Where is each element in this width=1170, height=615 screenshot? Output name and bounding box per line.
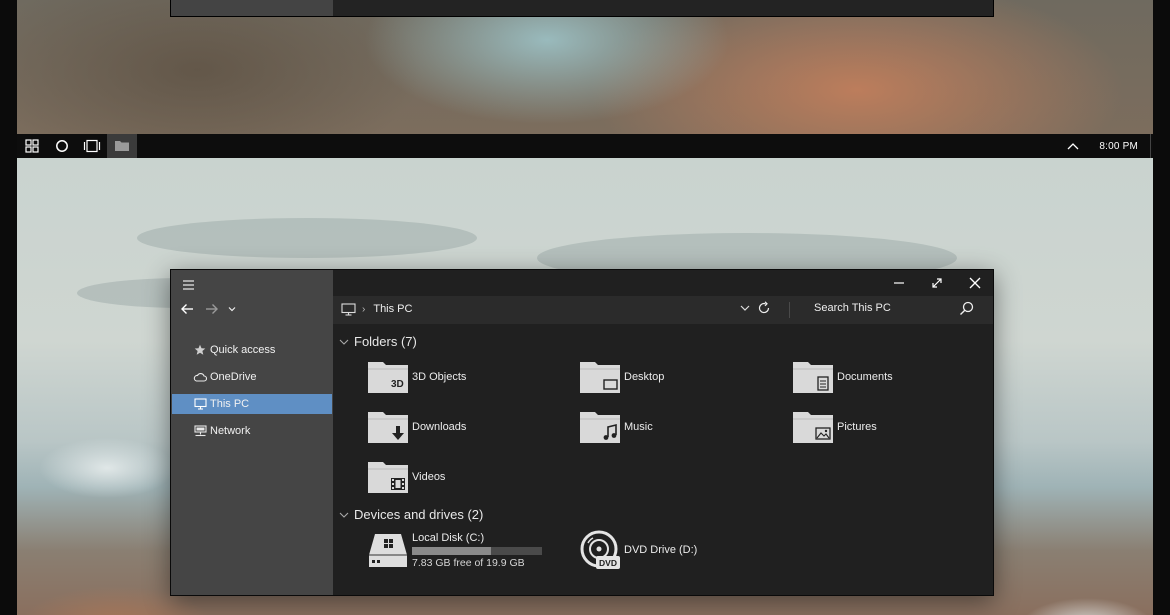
cortana-button[interactable] [47,134,77,158]
recent-locations-button[interactable] [225,299,239,319]
taskbar: 8:00 PM [17,134,1153,158]
maximize-button[interactable] [922,273,952,293]
address-history-chevron-icon[interactable] [740,303,750,313]
folder-label: Videos [412,471,446,483]
minimize-icon [894,282,904,284]
explorer-window-partial [170,0,994,17]
drive-label: Local Disk (C:) [412,531,485,544]
folder-pictures-icon [793,412,833,443]
maximize-icon [932,278,942,288]
wallpaper-cloud [137,218,477,258]
arrow-right-icon [206,304,218,314]
desktop-wallpaper-top [17,0,1153,134]
sidebar-item-label: This PC [210,398,250,410]
sidebar-item-this-pc[interactable]: This PC [172,394,332,414]
show-desktop-button[interactable] [1150,134,1153,158]
file-explorer-taskbar-button[interactable] [107,134,137,158]
svg-text:3D: 3D [391,379,404,390]
star-icon [193,343,207,357]
network-icon [193,424,207,438]
cortana-icon [56,140,68,152]
sidebar-item-label: Quick access [210,344,276,356]
computer-icon [193,397,207,411]
close-button[interactable] [960,273,990,293]
folder-music-icon [580,412,620,443]
sidebar-item-label: OneDrive [210,371,257,383]
sidebar-item-label: Network [210,425,251,437]
devices-group-header[interactable]: Devices and drives (2) [339,507,483,522]
close-icon [969,277,981,289]
folder-3d-objects-icon: 3D [368,362,408,393]
folder-documents-icon [793,362,833,393]
sidebar-item-quick-access[interactable]: Quick access [171,340,333,360]
minimize-button[interactable] [884,273,914,293]
chevron-down-icon [339,512,349,518]
folder-downloads[interactable]: Downloads [367,410,466,444]
drive-usage-fill [412,546,492,555]
folder-videos-icon [368,462,408,493]
toolbar-divider [789,302,790,318]
address-bar[interactable]: › This PC [341,301,412,317]
task-view-button[interactable] [77,134,107,158]
drive-label: DVD Drive (D:) [624,544,698,556]
folder-label: Pictures [837,421,877,433]
dvd-drive-icon: DVD [580,530,620,569]
navigation-pane: Quick access OneDrive This PC Network [171,270,333,595]
drive-info: Local Disk (C:) 7.83 GB free of 19.9 GB [412,532,542,569]
folder-pictures[interactable]: Pictures [792,410,877,444]
folder-label: Desktop [624,371,665,383]
sidebar-item-onedrive[interactable]: OneDrive [171,367,333,387]
devices-group-title: Devices and drives (2) [354,507,484,522]
task-view-icon [83,139,101,153]
search-icon[interactable] [959,301,974,316]
cloud-icon [193,370,207,384]
drive-dvd-d[interactable]: DVD DVD Drive (D:) [579,529,697,571]
start-icon [25,139,39,153]
chevron-up-icon [1067,143,1079,150]
address-toolbar [333,296,993,324]
folder-music[interactable]: Music [579,410,653,444]
hard-drive-icon [369,534,407,567]
back-button[interactable] [177,299,197,319]
file-explorer-window: Quick access OneDrive This PC Network › … [170,269,994,596]
file-explorer-icon [115,141,129,151]
folder-downloads-icon [368,412,408,443]
dvd-badge: DVD [599,558,617,568]
breadcrumb-separator-icon: › [362,303,366,315]
folder-label: Music [624,421,653,433]
folders-group-title: Folders (7) [354,334,417,349]
folder-label: Documents [837,371,893,383]
folder-3d-objects[interactable]: 3D 3D Objects [367,360,466,394]
folder-label: 3D Objects [412,371,467,383]
computer-icon [341,302,356,316]
show-hidden-icons-button[interactable] [1061,134,1085,158]
arrow-left-icon [181,304,193,314]
breadcrumb-this-pc[interactable]: This PC [373,303,412,315]
taskbar-clock[interactable]: 8:00 PM [1085,141,1150,152]
start-button[interactable] [17,134,47,158]
refresh-icon[interactable] [757,301,771,315]
folder-label: Downloads [412,421,467,433]
drive-usage-bar [412,546,542,555]
hamburger-menu-icon[interactable] [181,277,197,293]
chevron-down-icon [339,339,349,345]
folder-desktop-icon [580,362,620,393]
drive-local-disk-c[interactable]: Local Disk (C:) 7.83 GB free of 19.9 GB [367,531,542,569]
explorer-sidebar-partial [171,0,333,16]
folder-desktop[interactable]: Desktop [579,360,664,394]
sidebar-item-network[interactable]: Network [171,421,333,441]
forward-button[interactable] [202,299,222,319]
folder-videos[interactable]: Videos [367,460,445,494]
chevron-down-icon [228,307,236,312]
folders-group-header[interactable]: Folders (7) [339,334,417,349]
drive-free-space: 7.83 GB free of 19.9 GB [412,556,525,569]
folder-documents[interactable]: Documents [792,360,893,394]
content-pane: › This PC Search This PC Folders (7) 3D … [333,270,993,595]
search-input[interactable]: Search This PC [814,302,891,314]
